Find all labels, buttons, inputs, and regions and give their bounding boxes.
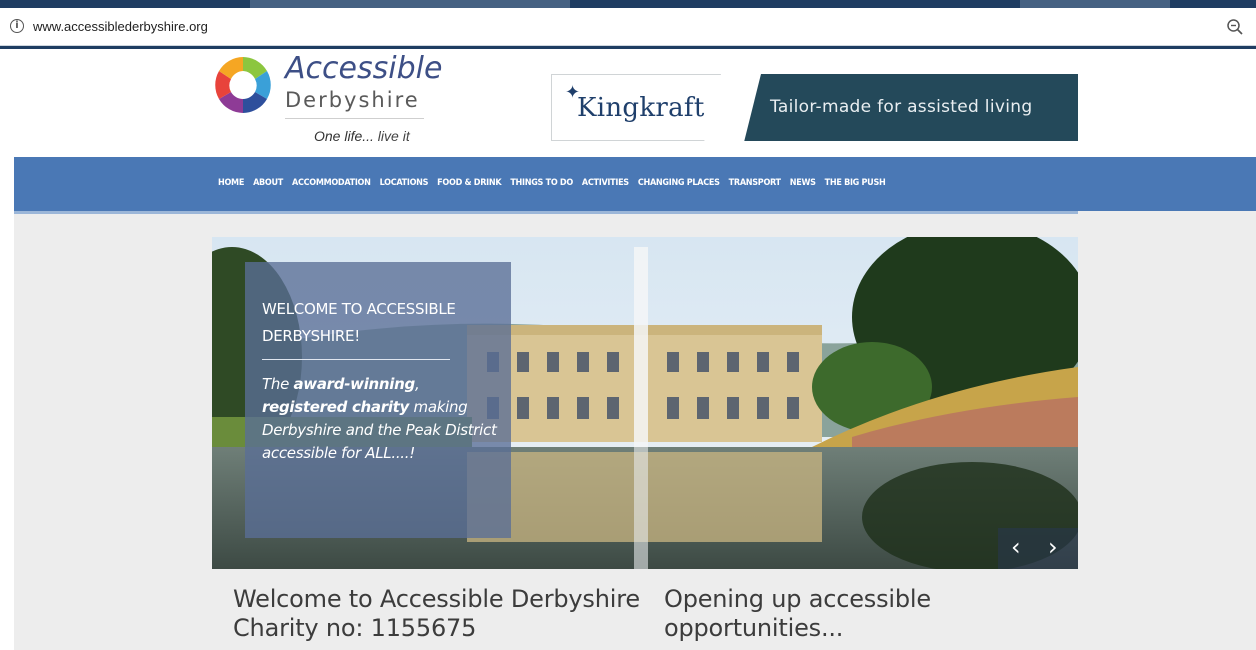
- nav-item-things-to-do[interactable]: THINGS TO DO: [510, 176, 573, 190]
- multicolour-ring-logo-icon[interactable]: [211, 53, 275, 117]
- nav-underline: [14, 211, 1078, 214]
- opportunities-heading: Opening up accessible opportunities...: [664, 585, 1084, 643]
- slider-caption: WELCOME TO ACCESSIBLE DERBYSHIRE! The aw…: [245, 262, 511, 538]
- main-navigation: HOME ABOUT ACCOMMODATION LOCATIONS FOOD & DR…: [14, 157, 1256, 211]
- welcome-heading-line1: Welcome to Accessible Derbyshire: [233, 585, 640, 613]
- nav-item-news[interactable]: NEWS: [790, 176, 816, 190]
- desc-lead: The: [262, 375, 294, 393]
- logo-tagline-rest: live it: [373, 128, 410, 144]
- nav-item-accommodation[interactable]: ACCOMMODATION: [292, 176, 371, 190]
- logo-subtitle[interactable]: Derbyshire: [285, 87, 420, 113]
- charity-number: Charity no: 1155675: [233, 614, 477, 642]
- slider-controls: ‹ ›: [998, 528, 1078, 569]
- site-header: Accessible Derbyshire One life... live i…: [14, 49, 1256, 157]
- desc-comma: ,: [414, 375, 420, 393]
- desc-bold-award: award-winning: [293, 375, 415, 393]
- opportunities-heading-line1: Opening up accessible: [664, 585, 931, 613]
- nav-item-transport[interactable]: TRANSPORT: [729, 176, 781, 190]
- hero-slider[interactable]: WELCOME TO ACCESSIBLE DERBYSHIRE! The aw…: [212, 237, 1078, 569]
- url-text[interactable]: www.accessiblederbyshire.org: [33, 18, 208, 36]
- address-bar[interactable]: i www.accessiblederbyshire.org: [0, 8, 1256, 46]
- advert-tagline: Tailor-made for assisted living: [770, 97, 1033, 117]
- logo-tagline-strong: One life...: [314, 128, 374, 144]
- nav-list: HOME ABOUT ACCOMMODATION LOCATIONS FOOD & DR…: [218, 176, 894, 190]
- browser-tab[interactable]: [1020, 0, 1170, 8]
- nav-item-the-big-push[interactable]: THE BIG PUSH: [825, 176, 886, 190]
- browser-tab[interactable]: [250, 0, 570, 8]
- zoom-out-icon[interactable]: [1226, 18, 1244, 36]
- logo-title[interactable]: Accessible: [285, 52, 442, 86]
- nav-item-home[interactable]: HOME: [218, 176, 244, 190]
- slider-description: The award-winning, registered charity ma…: [262, 373, 498, 465]
- chevron-left-icon[interactable]: ‹: [1011, 533, 1021, 561]
- nav-item-food-drink[interactable]: FOOD & DRINK: [437, 176, 501, 190]
- browser-tab-strip: [0, 0, 1256, 8]
- chevron-right-icon[interactable]: ›: [1048, 533, 1058, 561]
- welcome-heading: Welcome to Accessible Derbyshire Charity…: [233, 585, 653, 643]
- logo-divider: [285, 118, 424, 119]
- page-gutter: [0, 49, 14, 650]
- caption-divider: [262, 359, 450, 360]
- nav-item-activities[interactable]: ACTIVITIES: [582, 176, 629, 190]
- desc-bold-charity: registered charity: [262, 398, 410, 416]
- logo-tagline: One life... live it: [314, 127, 410, 145]
- kingkraft-advert[interactable]: ✦ Kingkraft Tailor-made for assisted liv…: [551, 74, 1078, 141]
- nav-item-locations[interactable]: LOCATIONS: [380, 176, 429, 190]
- slider-heading: WELCOME TO ACCESSIBLE DERBYSHIRE!: [262, 300, 456, 345]
- nav-item-about[interactable]: ABOUT: [253, 176, 283, 190]
- info-circle-icon[interactable]: i: [10, 19, 24, 33]
- nav-item-changing-places[interactable]: CHANGING PLACES: [638, 176, 720, 190]
- opportunities-heading-line2: opportunities...: [664, 614, 844, 642]
- advert-brand: Kingkraft: [577, 93, 705, 123]
